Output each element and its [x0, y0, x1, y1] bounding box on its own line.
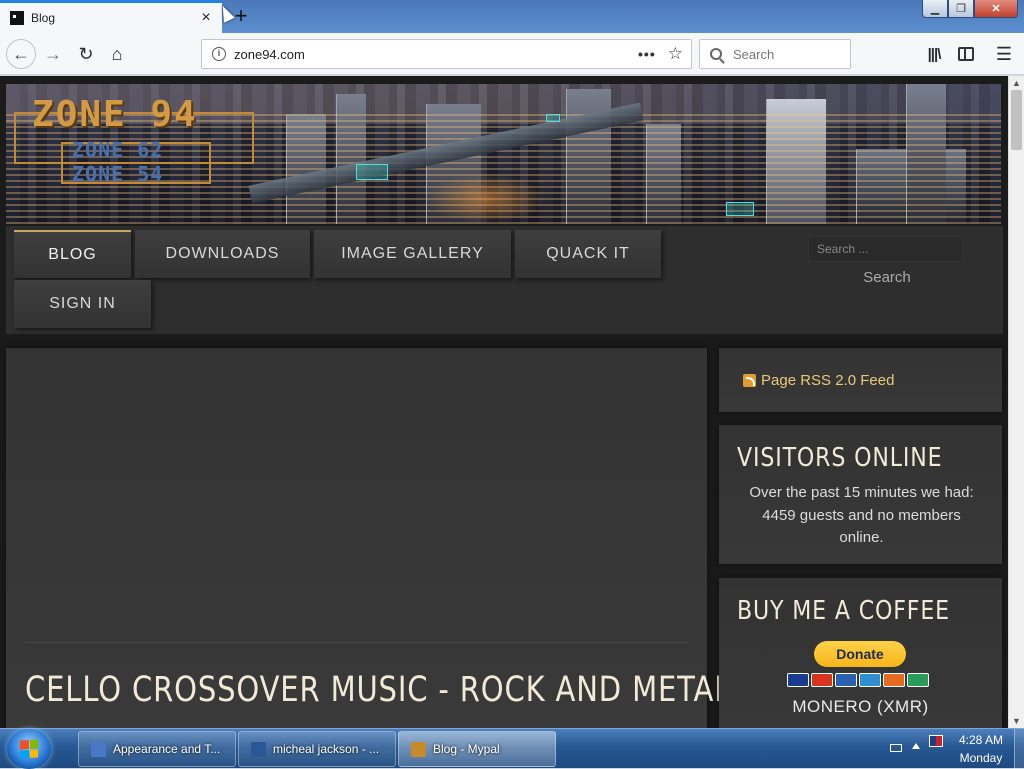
- word-icon: [251, 741, 266, 757]
- site-favicon-icon: [10, 11, 24, 25]
- rss-widget: Page RSS 2.0 Feed: [719, 348, 1002, 412]
- close-window-button[interactable]: ✕: [974, 0, 1018, 18]
- action-center-flag-icon[interactable]: [929, 735, 943, 747]
- rss-feed-link[interactable]: Page RSS 2.0 Feed: [761, 372, 894, 389]
- scroll-down-icon[interactable]: ▼: [1012, 716, 1021, 726]
- forward-button[interactable]: →: [39, 40, 67, 68]
- clock-day[interactable]: Monday: [952, 751, 1010, 765]
- tab-title: Blog: [31, 11, 56, 25]
- site-navigation: BLOG DOWNLOADS IMAGE GALLERY QUACK IT SI…: [6, 226, 1003, 334]
- minimize-button[interactable]: ▁: [922, 0, 948, 18]
- banner-hud-panel: [726, 202, 754, 216]
- article-panel: CELLO CROSSOVER MUSIC - ROCK AND METAL: [6, 348, 730, 728]
- search-icon: [710, 48, 722, 60]
- site-search-button[interactable]: Search: [854, 269, 920, 291]
- page-viewport: ZONE 94 ZONE 62 ZONE 54 BLOG DOWNLOADS I…: [0, 76, 1008, 728]
- logo-subtitle: ZONE 54: [72, 162, 164, 186]
- url-text[interactable]: zone94.com: [234, 47, 638, 62]
- show-hidden-icons-icon[interactable]: [912, 743, 920, 749]
- logo-subtitle: ZONE 62: [72, 138, 164, 162]
- donate-widget: BUY ME A COFFEE Donate MONERO (XMR): [719, 578, 1002, 728]
- windows-logo-pane: [20, 740, 29, 750]
- control-panel-icon: [91, 741, 106, 757]
- address-bar[interactable]: i zone94.com ••• ☆: [201, 39, 692, 69]
- visitors-widget: VISITORS ONLINE Over the past 15 minutes…: [719, 425, 1002, 564]
- bookmark-star-icon[interactable]: ☆: [668, 44, 683, 64]
- menu-button[interactable]: ☰: [990, 40, 1018, 68]
- navigation-toolbar: ← → ↻ ⌂ i zone94.com ••• ☆ Search |||\ ☰: [0, 33, 1024, 75]
- site-info-icon[interactable]: i: [212, 47, 226, 61]
- search-placeholder: Search: [733, 46, 775, 62]
- taskbar-item-appearance[interactable]: Appearance and T...: [78, 731, 236, 767]
- site-logo[interactable]: ZONE 94: [32, 94, 198, 135]
- amex-icon: [859, 673, 881, 687]
- banner-hud-panel: [356, 164, 388, 180]
- home-button[interactable]: ⌂: [103, 40, 131, 68]
- scrollbar-thumb[interactable]: [1011, 90, 1022, 150]
- sidebar-icon: [958, 47, 974, 61]
- keyboard-icon[interactable]: [890, 744, 902, 752]
- nav-item-sign-in[interactable]: SIGN IN: [14, 280, 151, 328]
- browser-search-input[interactable]: Search: [699, 39, 851, 69]
- nav-item-blog[interactable]: BLOG: [14, 230, 131, 278]
- windows-logo-pane: [29, 748, 38, 758]
- windows-logo-pane: [29, 739, 38, 749]
- close-tab-icon[interactable]: ×: [198, 10, 214, 26]
- scroll-up-icon[interactable]: ▲: [1012, 78, 1021, 88]
- tab-blog[interactable]: Blog ×: [0, 1, 222, 33]
- visa-icon: [787, 673, 809, 687]
- window-controls: ▁ ❐ ✕: [922, 0, 1018, 18]
- visitors-text: Over the past 15 minutes we had: 4459 gu…: [749, 484, 974, 546]
- monero-label: MONERO (XMR): [792, 697, 929, 716]
- article-title[interactable]: CELLO CROSSOVER MUSIC - ROCK AND METAL: [25, 670, 731, 710]
- site-banner[interactable]: ZONE 94 ZONE 62 ZONE 54: [6, 84, 1001, 224]
- windows-taskbar: Appearance and T... micheal jackson - ..…: [0, 728, 1024, 769]
- nav-item-downloads[interactable]: DOWNLOADS: [135, 230, 310, 278]
- mypal-browser-icon: [411, 741, 426, 757]
- page-scrollbar[interactable]: ▲ ▼: [1008, 76, 1024, 728]
- paypal-credit-icon: [907, 673, 929, 687]
- start-button[interactable]: [7, 729, 51, 769]
- payment-cards: [787, 673, 929, 687]
- banner-hud-panel: [546, 114, 560, 122]
- maximize-button[interactable]: ❐: [948, 0, 974, 18]
- reload-button[interactable]: ↻: [72, 40, 100, 68]
- sidebar-toggle-button[interactable]: [952, 40, 980, 68]
- taskbar-item-browser[interactable]: Blog - Mypal: [398, 731, 556, 767]
- nav-item-quack-it[interactable]: QUACK IT: [515, 230, 661, 278]
- taskbar-item-word-document[interactable]: micheal jackson - ...: [238, 731, 396, 767]
- back-button[interactable]: ←: [6, 39, 36, 69]
- article-divider: [26, 642, 688, 643]
- banner-glow: [426, 174, 546, 224]
- maestro-icon: [835, 673, 857, 687]
- taskbar-item-label: Appearance and T...: [113, 742, 221, 756]
- discover-icon: [883, 673, 905, 687]
- taskbar-item-label: Blog - Mypal: [433, 742, 500, 756]
- rss-icon[interactable]: [743, 374, 756, 387]
- page-actions-icon[interactable]: •••: [638, 46, 656, 62]
- show-desktop-button[interactable]: [1014, 729, 1024, 769]
- site-search-input[interactable]: Search ...: [808, 236, 963, 262]
- windows-logo-icon: [20, 739, 38, 759]
- library-button[interactable]: |||\: [920, 40, 948, 68]
- nav-item-image-gallery[interactable]: IMAGE GALLERY: [314, 230, 511, 278]
- mastercard-icon: [811, 673, 833, 687]
- tab-strip: Blog × + ▁ ❐ ✕: [0, 0, 1024, 33]
- donate-button[interactable]: Donate: [814, 641, 906, 667]
- windows-logo-pane: [20, 749, 29, 759]
- donate-heading: BUY ME A COFFEE: [737, 596, 950, 626]
- clock-time[interactable]: 4:28 AM: [952, 733, 1010, 747]
- visitors-heading: VISITORS ONLINE: [737, 443, 943, 473]
- taskbar-item-label: micheal jackson - ...: [273, 742, 380, 756]
